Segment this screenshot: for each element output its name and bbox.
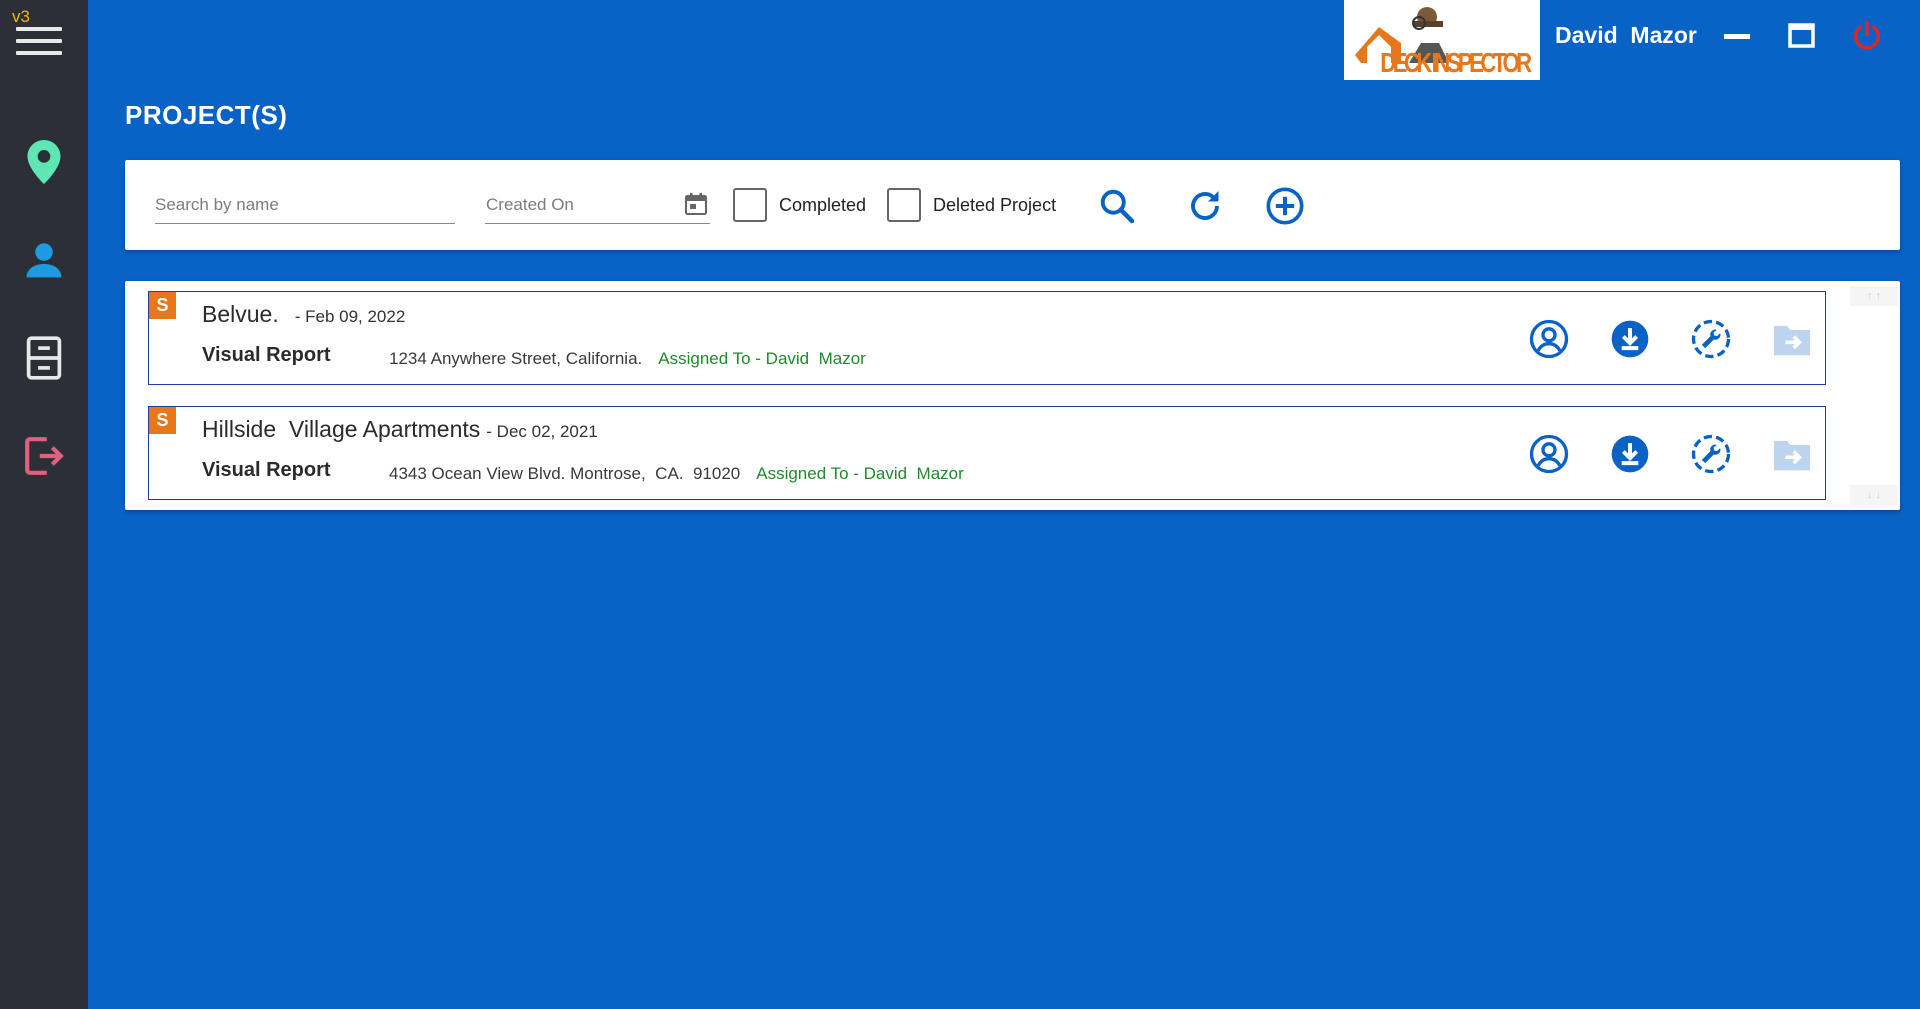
project-badge: S (149, 407, 176, 434)
completed-checkbox-box[interactable] (733, 188, 767, 222)
download-icon[interactable] (1608, 317, 1652, 361)
hamburger-menu-icon[interactable] (16, 27, 64, 59)
project-badge: S (149, 292, 176, 319)
assigned-to: Assigned To - David Mazor (756, 464, 964, 483)
minimize-icon[interactable] (1716, 14, 1760, 58)
assign-user-icon[interactable] (1527, 432, 1571, 476)
tools-icon[interactable] (1689, 432, 1733, 476)
filter-bar: Created On Completed Deleted Project (125, 160, 1900, 250)
deleted-project-checkbox-box[interactable] (887, 188, 921, 222)
assigned-to: Assigned To - David Mazor (658, 349, 866, 368)
card-actions (1527, 317, 1827, 361)
project-address-row: 4343 Ocean View Blvd. Montrose, CA. 9102… (389, 464, 964, 484)
user-icon[interactable] (20, 236, 68, 284)
report-type: Visual Report (202, 459, 331, 481)
project-date: - Feb 09, 2022 (294, 307, 406, 326)
logout-icon[interactable] (20, 432, 68, 480)
page-title: PROJECT(S) (125, 100, 288, 130)
completed-checkbox[interactable]: Completed (733, 188, 866, 222)
refresh-icon[interactable] (1183, 184, 1227, 228)
logo-text: DECK INSPECTOR (1380, 48, 1532, 77)
assign-user-icon[interactable] (1527, 317, 1571, 361)
deleted-project-label: Deleted Project (933, 194, 1057, 215)
project-name-row: Belvue. - Feb 09, 2022 (202, 301, 405, 328)
scroll-down-icon[interactable]: ↓ ↓ (1850, 485, 1898, 505)
calendar-icon[interactable] (684, 192, 708, 221)
deck-inspector-logo: DECK INSPECTOR (1344, 0, 1540, 80)
project-address: 1234 Anywhere Street, California. (389, 349, 643, 368)
project-list: S Belvue. - Feb 09, 2022 Visual Report 12… (125, 281, 1900, 510)
project-name: Hillside Village Apartments (202, 416, 481, 442)
deleted-project-checkbox[interactable]: Deleted Project (887, 188, 1056, 222)
project-name-row: Hillside Village Apartments - Dec 02, 202… (202, 416, 598, 443)
file-cabinet-icon[interactable] (20, 334, 68, 382)
location-pin-icon[interactable] (20, 138, 68, 186)
power-icon[interactable] (1845, 14, 1889, 58)
sidebar: v3 (0, 0, 88, 1009)
tools-icon[interactable] (1689, 317, 1733, 361)
project-address: 4343 Ocean View Blvd. Montrose, CA. 9102… (389, 464, 741, 483)
project-address-row: 1234 Anywhere Street, California. Assigne… (389, 349, 866, 369)
project-card[interactable]: S Belvue. - Feb 09, 2022 Visual Report 12… (148, 291, 1826, 385)
project-name: Belvue. (202, 301, 279, 327)
maximize-icon[interactable] (1780, 14, 1824, 58)
list-scrollbar[interactable]: ↑ ↑ ↓ ↓ (1850, 286, 1898, 505)
project-card[interactable]: S Hillside Village Apartments - Dec 02, 2… (148, 406, 1826, 500)
created-on-field[interactable]: Created On (485, 186, 710, 224)
version-label: v3 (12, 7, 30, 26)
scroll-up-icon[interactable]: ↑ ↑ (1850, 286, 1898, 306)
download-icon[interactable] (1608, 432, 1652, 476)
move-folder-icon[interactable] (1770, 432, 1814, 476)
add-project-icon[interactable] (1263, 184, 1307, 228)
search-icon[interactable] (1095, 184, 1139, 228)
completed-label: Completed (779, 194, 867, 215)
search-input[interactable] (155, 186, 455, 224)
report-type: Visual Report (202, 344, 331, 366)
project-date: - Dec 02, 2021 (486, 422, 598, 441)
card-actions (1527, 432, 1827, 476)
move-folder-icon[interactable] (1770, 317, 1814, 361)
created-on-placeholder: Created On (486, 195, 574, 214)
user-name: David Mazor (1555, 22, 1697, 48)
